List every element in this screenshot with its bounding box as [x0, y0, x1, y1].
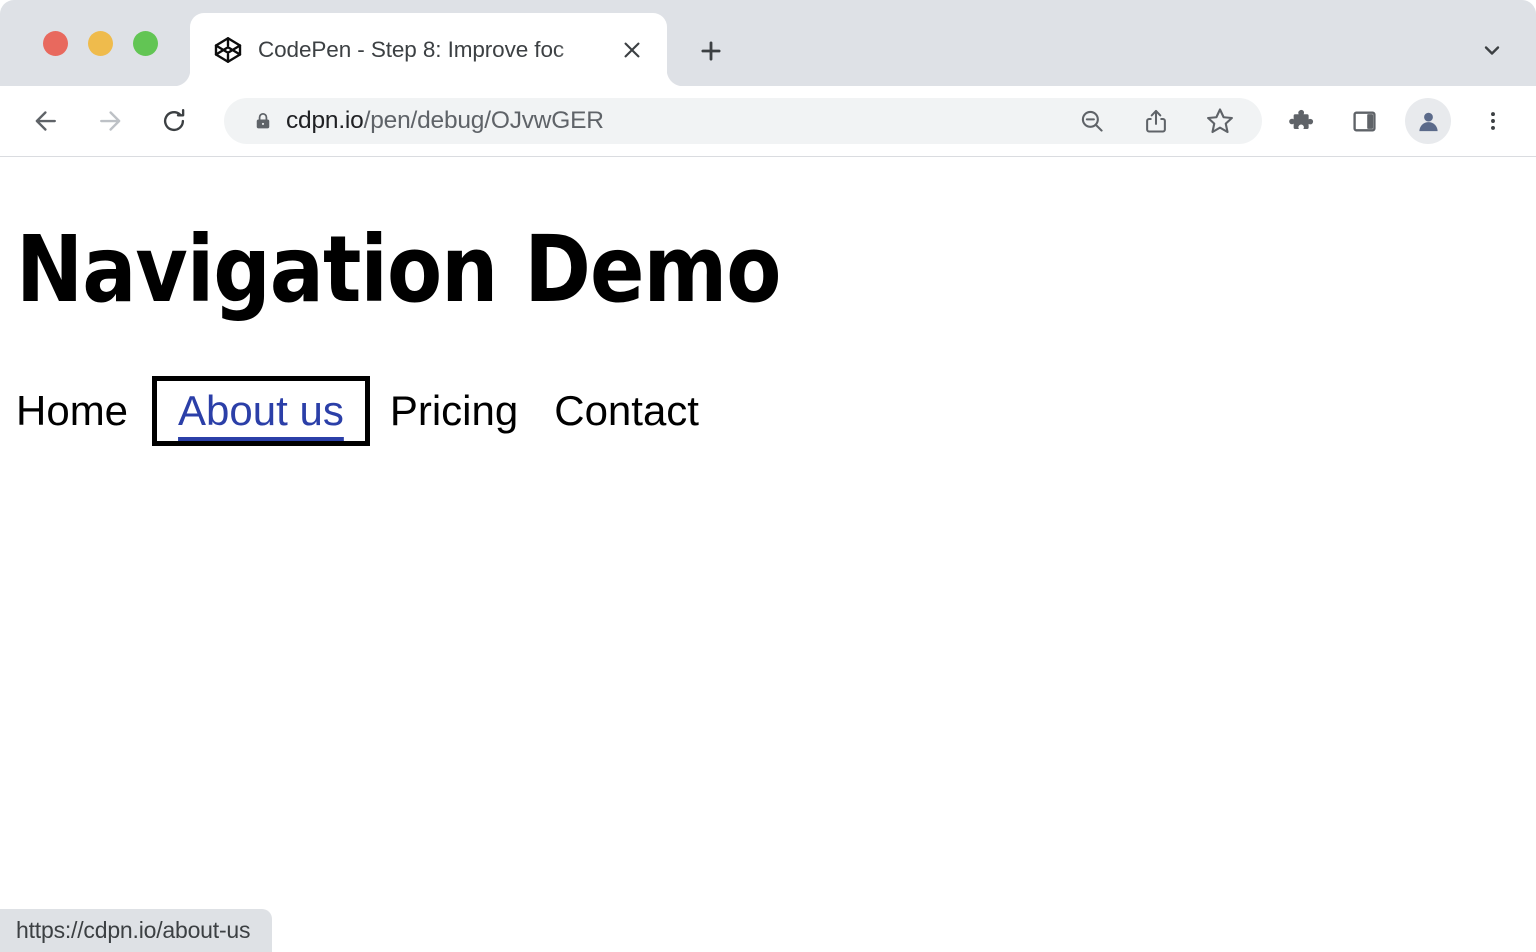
page-viewport: Navigation Demo Home About us Pricing Co…: [0, 158, 1536, 952]
window-minimize-button[interactable]: [88, 31, 113, 56]
browser-window: CodePen - Step 8: Improve foc: [0, 0, 1536, 952]
codepen-icon: [212, 34, 244, 66]
window-controls: [43, 31, 158, 56]
address-bar-url: cdpn.io/pen/debug/OJvwGER: [286, 107, 604, 135]
url-host: cdpn.io: [286, 107, 364, 134]
browser-toolbar: cdpn.io/pen/debug/OJvwGER: [0, 86, 1536, 157]
window-zoom-button[interactable]: [133, 31, 158, 56]
page-title: Navigation Demo: [16, 224, 780, 316]
extensions-puzzle-icon[interactable]: [1278, 98, 1324, 144]
tab-title: CodePen - Step 8: Improve foc: [258, 37, 606, 63]
tab-search-chevron-down-icon[interactable]: [1472, 32, 1512, 68]
tab-close-icon[interactable]: [617, 35, 647, 65]
zoom-out-icon[interactable]: [1070, 99, 1114, 143]
browser-tab-active[interactable]: CodePen - Step 8: Improve foc: [190, 13, 667, 86]
status-bar-url: https://cdpn.io/about-us: [0, 909, 272, 952]
nav-link-about-us[interactable]: About us: [166, 390, 356, 432]
url-path: /pen/debug/OJvwGER: [364, 107, 604, 134]
lock-icon: [252, 110, 274, 132]
nav-link-contact[interactable]: Contact: [536, 390, 717, 432]
bookmark-star-icon[interactable]: [1198, 99, 1242, 143]
site-navigation: Home About us Pricing Contact: [16, 390, 717, 432]
nav-link-home[interactable]: Home: [16, 390, 146, 432]
tab-strip: CodePen - Step 8: Improve foc: [0, 0, 1536, 86]
more-menu-icon[interactable]: [1470, 98, 1516, 144]
side-panel-icon[interactable]: [1341, 98, 1387, 144]
window-close-button[interactable]: [43, 31, 68, 56]
forward-button: [86, 97, 134, 145]
nav-link-pricing[interactable]: Pricing: [372, 390, 536, 432]
new-tab-button[interactable]: [686, 30, 736, 72]
back-button[interactable]: [22, 97, 70, 145]
reload-button[interactable]: [150, 97, 198, 145]
profile-avatar-icon[interactable]: [1405, 98, 1451, 144]
share-icon[interactable]: [1134, 99, 1178, 143]
